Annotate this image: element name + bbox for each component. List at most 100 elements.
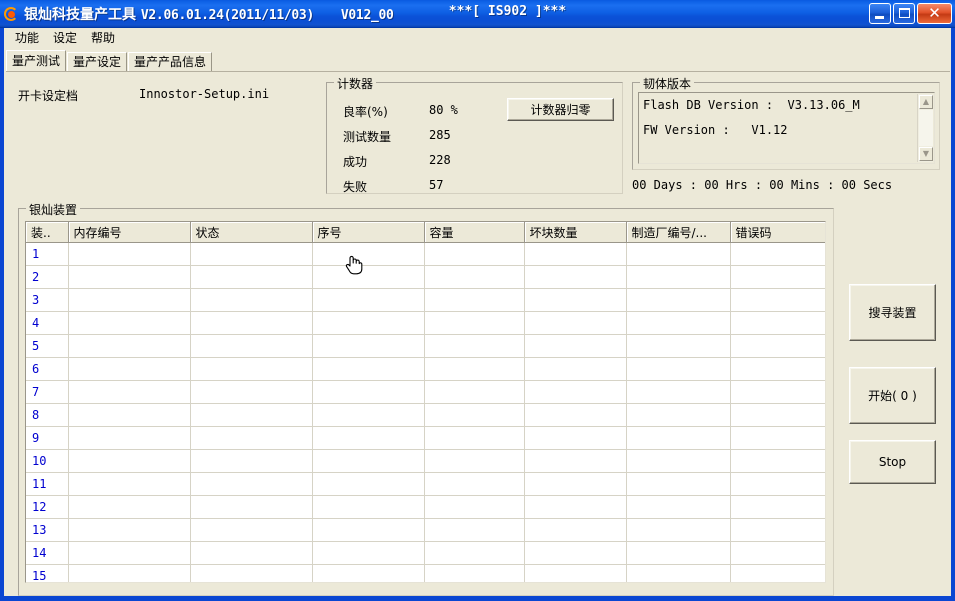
table-row[interactable]: 8 [26, 404, 825, 427]
success-count-value: 228 [429, 153, 451, 167]
device-list-group: 银灿装置 装.. 内存编号 状态 序号 容量 坏块数量 [18, 208, 834, 596]
app-title-text: 银灿科技量产工具 [24, 7, 136, 23]
menu-bar: 功能 设定 帮助 [4, 28, 951, 47]
cell-error-code [730, 358, 825, 381]
cell-serial [312, 404, 424, 427]
cell-bad-blocks [524, 565, 626, 584]
column-header-error-code[interactable]: 错误码 [730, 222, 825, 243]
tab-production-test[interactable]: 量产测试 [6, 50, 66, 72]
column-header-serial[interactable]: 序号 [312, 222, 424, 243]
config-file-label: 开卡设定档 [18, 87, 78, 104]
fail-count-label: 失败 [343, 178, 367, 195]
table-row[interactable]: 3 [26, 289, 825, 312]
cell-maker-id [626, 496, 730, 519]
cell-device-index: 3 [26, 289, 68, 312]
table-row[interactable]: 2 [26, 266, 825, 289]
column-header-capacity[interactable]: 容量 [424, 222, 524, 243]
counter-group: 计数器 良率(%) 80 % 测试数量 285 成功 228 失败 57 计数器… [326, 82, 623, 194]
firmware-version-textarea[interactable]: Flash DB Version : V3.13.06_M FW Version… [638, 92, 935, 164]
menu-item-function[interactable]: 功能 [8, 28, 46, 47]
cell-error-code [730, 335, 825, 358]
table-row[interactable]: 12 [26, 496, 825, 519]
column-header-status[interactable]: 状态 [190, 222, 312, 243]
table-row[interactable]: 11 [26, 473, 825, 496]
table-row[interactable]: 10 [26, 450, 825, 473]
success-count-label: 成功 [343, 153, 367, 170]
cell-serial [312, 450, 424, 473]
cell-serial [312, 496, 424, 519]
firmware-scrollbar[interactable]: ▲ ▼ [917, 94, 933, 162]
cell-maker-id [626, 519, 730, 542]
scroll-up-icon[interactable]: ▲ [919, 95, 933, 109]
cell-memory-id [68, 473, 190, 496]
table-row[interactable]: 15 [26, 565, 825, 584]
table-row[interactable]: 13 [26, 519, 825, 542]
window-controls: ✕ [869, 3, 952, 24]
cell-device-index: 12 [26, 496, 68, 519]
table-row[interactable]: 1 [26, 243, 825, 266]
scroll-down-icon[interactable]: ▼ [919, 147, 933, 161]
cell-maker-id [626, 266, 730, 289]
flash-db-version-text: Flash DB Version : V3.13.06_M [643, 98, 860, 112]
window-title: 银灿科技量产工具 V2.06.01.24(2011/11/03) V012_00 [24, 4, 394, 24]
start-button[interactable]: 开始( 0 ) [849, 367, 936, 424]
cell-memory-id [68, 266, 190, 289]
menu-item-help[interactable]: 帮助 [84, 28, 122, 47]
application-window: 银灿科技量产工具 V2.06.01.24(2011/11/03) V012_00… [0, 0, 955, 601]
test-count-value: 285 [429, 128, 451, 142]
cell-serial [312, 243, 424, 266]
cell-error-code [730, 519, 825, 542]
cell-serial [312, 427, 424, 450]
cell-memory-id [68, 542, 190, 565]
firmware-group-title: 韧体版本 [640, 75, 694, 92]
column-header-memory-id[interactable]: 内存编号 [68, 222, 190, 243]
table-row[interactable]: 7 [26, 381, 825, 404]
yield-rate-value: 80 % [429, 103, 458, 117]
table-row[interactable]: 14 [26, 542, 825, 565]
main-content: 开卡设定档 Innostor-Setup.ini 计数器 良率(%) 80 % … [4, 72, 951, 596]
table-row[interactable]: 4 [26, 312, 825, 335]
cell-serial [312, 565, 424, 584]
cell-capacity [424, 450, 524, 473]
cell-capacity [424, 473, 524, 496]
column-header-device[interactable]: 装.. [26, 222, 68, 243]
cell-memory-id [68, 335, 190, 358]
maximize-button[interactable] [893, 3, 915, 24]
cell-serial [312, 519, 424, 542]
cell-status [190, 565, 312, 584]
close-button[interactable]: ✕ [917, 3, 952, 24]
cell-serial [312, 335, 424, 358]
table-row[interactable]: 5 [26, 335, 825, 358]
tab-production-settings[interactable]: 量产设定 [67, 52, 127, 72]
device-table-container[interactable]: 装.. 内存编号 状态 序号 容量 坏块数量 制造厂编号/... 错误码 123… [25, 221, 826, 583]
column-header-maker-id[interactable]: 制造厂编号/... [626, 222, 730, 243]
search-device-button[interactable]: 搜寻装置 [849, 284, 936, 341]
firmware-scroll-track[interactable] [919, 110, 933, 146]
reset-counter-button[interactable]: 计数器归零 [507, 98, 614, 121]
cell-memory-id [68, 519, 190, 542]
cell-status [190, 519, 312, 542]
minimize-button[interactable] [869, 3, 891, 24]
tab-production-product-info[interactable]: 量产产品信息 [128, 52, 212, 72]
stop-button[interactable]: Stop [849, 440, 936, 484]
table-row[interactable]: 6 [26, 358, 825, 381]
cell-memory-id [68, 312, 190, 335]
column-header-bad-blocks[interactable]: 坏块数量 [524, 222, 626, 243]
fw-version-text: FW Version : V1.12 [643, 123, 788, 137]
table-row[interactable]: 9 [26, 427, 825, 450]
cell-device-index: 10 [26, 450, 68, 473]
cell-status [190, 427, 312, 450]
cell-memory-id [68, 496, 190, 519]
maximize-icon [899, 8, 910, 18]
cell-device-index: 4 [26, 312, 68, 335]
cell-bad-blocks [524, 427, 626, 450]
cell-status [190, 243, 312, 266]
table-header-row: 装.. 内存编号 状态 序号 容量 坏块数量 制造厂编号/... 错误码 [26, 222, 825, 243]
cell-error-code [730, 243, 825, 266]
cell-capacity [424, 542, 524, 565]
menu-item-settings[interactable]: 设定 [46, 28, 84, 47]
cell-maker-id [626, 243, 730, 266]
cell-maker-id [626, 450, 730, 473]
cell-bad-blocks [524, 496, 626, 519]
cell-error-code [730, 266, 825, 289]
